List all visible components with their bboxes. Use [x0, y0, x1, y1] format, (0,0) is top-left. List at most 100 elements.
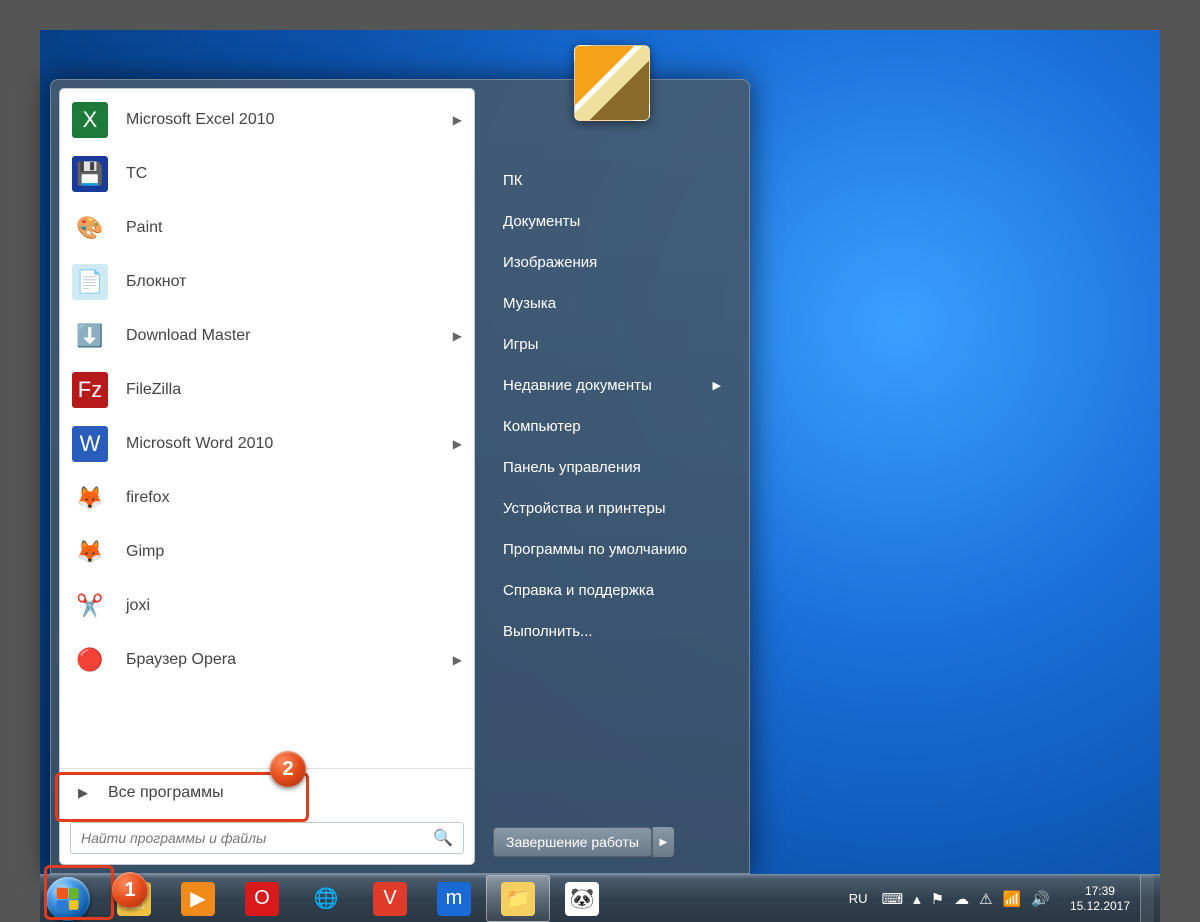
word-icon: W: [72, 426, 108, 462]
all-programs-button[interactable]: ▶ Все программы: [60, 768, 474, 816]
program-item[interactable]: 🎨Paint: [60, 201, 474, 255]
system-item[interactable]: Игры: [493, 324, 731, 365]
taskbar-item[interactable]: 🌐: [294, 875, 358, 922]
taskbar: 🗂 ▶ O 🌐 Vm 📁 🐼 RU ⌨ ▴ ⚑ ☁ ⚠ 📶 🔊 17:39 15.12.20…: [40, 874, 1160, 922]
notepad-icon: 📄: [72, 264, 108, 300]
submenu-arrow-icon: ▶: [453, 437, 462, 451]
system-item[interactable]: Недавние документы ▶: [493, 365, 731, 406]
opera-icon: 🔴: [72, 642, 108, 678]
program-label: firefox: [126, 489, 170, 507]
joxi-icon: ✂️: [72, 588, 108, 624]
download-master-icon: ⬇️: [72, 318, 108, 354]
submenu-arrow-icon: ▶: [453, 653, 462, 667]
taskbar-item[interactable]: 🐼: [550, 875, 614, 922]
taskbar-item[interactable]: 🗂: [102, 875, 166, 922]
letterbox: [1160, 0, 1200, 922]
all-programs-label: Все программы: [108, 784, 224, 802]
system-item[interactable]: Панель управления: [493, 447, 731, 488]
program-label: Gimp: [126, 543, 164, 561]
taskbar-pinned: 🗂 ▶ O 🌐 Vm 📁 🐼: [102, 875, 614, 922]
clock-time: 17:39: [1070, 884, 1130, 898]
cloud-icon[interactable]: ☁: [954, 890, 969, 908]
letterbox: [0, 0, 40, 922]
program-label: Download Master: [126, 327, 251, 345]
search-box[interactable]: 🔍: [70, 822, 464, 854]
program-item[interactable]: 🦊firefox: [60, 471, 474, 525]
program-item[interactable]: FzFileZilla: [60, 363, 474, 417]
system-item[interactable]: ПК: [493, 160, 731, 201]
opera-icon: O: [245, 882, 279, 916]
system-item-label: Устройства и принтеры: [503, 500, 665, 517]
system-item[interactable]: Справка и поддержка: [493, 570, 731, 611]
program-item[interactable]: ✂️ joxi: [60, 579, 474, 633]
program-label: FileZilla: [126, 381, 181, 399]
submenu-arrow-icon: ▶: [453, 329, 462, 343]
program-item[interactable]: 📄 Блокнот: [60, 255, 474, 309]
system-item[interactable]: Устройства и принтеры: [493, 488, 731, 529]
program-item[interactable]: WMicrosoft Word 2010▶: [60, 417, 474, 471]
taskbar-clock[interactable]: 17:39 15.12.2017: [1060, 884, 1140, 913]
start-menu-right-pane: ПКДокументыИзображенияМузыкаИгрыНедавние…: [475, 80, 749, 873]
program-list: XMicrosoft Excel 2010▶💾TC🎨Paint 📄 Блокнот ⬇…: [60, 89, 474, 768]
shutdown-button[interactable]: Завершение работы: [493, 827, 652, 857]
clock-date: 15.12.2017: [1070, 899, 1130, 913]
program-label: Блокнот: [126, 273, 186, 291]
windows-flag-icon: [57, 887, 79, 910]
system-item-label: Изображения: [503, 254, 597, 271]
program-item[interactable]: ⬇️ Download Master ▶: [60, 309, 474, 363]
show-desktop-button[interactable]: [1140, 875, 1154, 922]
excel-icon: X: [72, 102, 108, 138]
system-item-label: Музыка: [503, 295, 556, 312]
search-input[interactable]: [81, 830, 433, 846]
flag-icon[interactable]: ⚑: [931, 890, 944, 908]
system-item[interactable]: Документы: [493, 201, 731, 242]
system-item[interactable]: Программы по умолчанию: [493, 529, 731, 570]
explorer-icon: 🗂: [117, 882, 151, 916]
system-item-label: Документы: [503, 213, 580, 230]
program-label: Браузер Opera: [126, 651, 236, 669]
start-menu-left-pane: XMicrosoft Excel 2010▶💾TC🎨Paint 📄 Блокнот ⬇…: [59, 88, 475, 865]
vivaldi-icon: V: [373, 882, 407, 916]
letterbox: [0, 0, 1200, 30]
taskbar-item[interactable]: O: [230, 875, 294, 922]
language-indicator[interactable]: RU: [845, 889, 872, 908]
system-item[interactable]: Изображения: [493, 242, 731, 283]
panda-icon: 🐼: [565, 882, 599, 916]
paint-icon: 🎨: [72, 210, 108, 246]
submenu-arrow-icon: ▶: [713, 379, 721, 392]
gimp-icon: 🦊: [72, 534, 108, 570]
program-label: joxi: [126, 597, 150, 615]
taskbar-item[interactable]: m: [422, 875, 486, 922]
wmp-icon: ▶: [181, 882, 215, 916]
network-alert-icon[interactable]: ⚠: [979, 890, 992, 908]
taskbar-item[interactable]: ▶: [166, 875, 230, 922]
shutdown-label: Завершение работы: [506, 834, 639, 850]
taskbar-item[interactable]: 📁: [486, 875, 550, 922]
volume-icon[interactable]: 🔊: [1031, 890, 1050, 908]
wifi-icon[interactable]: 📶: [1003, 890, 1022, 908]
program-item[interactable]: XMicrosoft Excel 2010▶: [60, 93, 474, 147]
tray-chevron-icon[interactable]: ▴: [913, 890, 921, 908]
system-item[interactable]: Выполнить...: [493, 611, 731, 652]
user-picture[interactable]: [574, 45, 650, 121]
program-label: TC: [126, 165, 147, 183]
system-item-label: ПК: [503, 172, 523, 189]
program-item[interactable]: 🔴 Браузер Opera ▶: [60, 633, 474, 687]
system-item[interactable]: Компьютер: [493, 406, 731, 447]
screenshot-root: XMicrosoft Excel 2010▶💾TC🎨Paint 📄 Блокнот ⬇…: [0, 0, 1200, 922]
system-item-label: Программы по умолчанию: [503, 541, 687, 558]
system-item-label: Недавние документы: [503, 377, 652, 394]
system-item[interactable]: Музыка: [493, 283, 731, 324]
taskbar-item[interactable]: V: [358, 875, 422, 922]
system-item-label: Выполнить...: [503, 623, 593, 640]
system-item-label: Панель управления: [503, 459, 641, 476]
maxthon-icon: m: [437, 882, 471, 916]
shutdown-options-button[interactable]: ▶: [652, 827, 674, 857]
program-item[interactable]: 🦊 Gimp: [60, 525, 474, 579]
program-item[interactable]: 💾TC: [60, 147, 474, 201]
start-button[interactable]: [40, 875, 96, 922]
chevron-right-icon: ▶: [78, 785, 88, 801]
tray-icons: ⌨ ▴ ⚑ ☁ ⚠ 📶 🔊: [871, 890, 1059, 908]
system-item-label: Справка и поддержка: [503, 582, 654, 599]
keyboard-icon[interactable]: ⌨: [881, 890, 903, 908]
